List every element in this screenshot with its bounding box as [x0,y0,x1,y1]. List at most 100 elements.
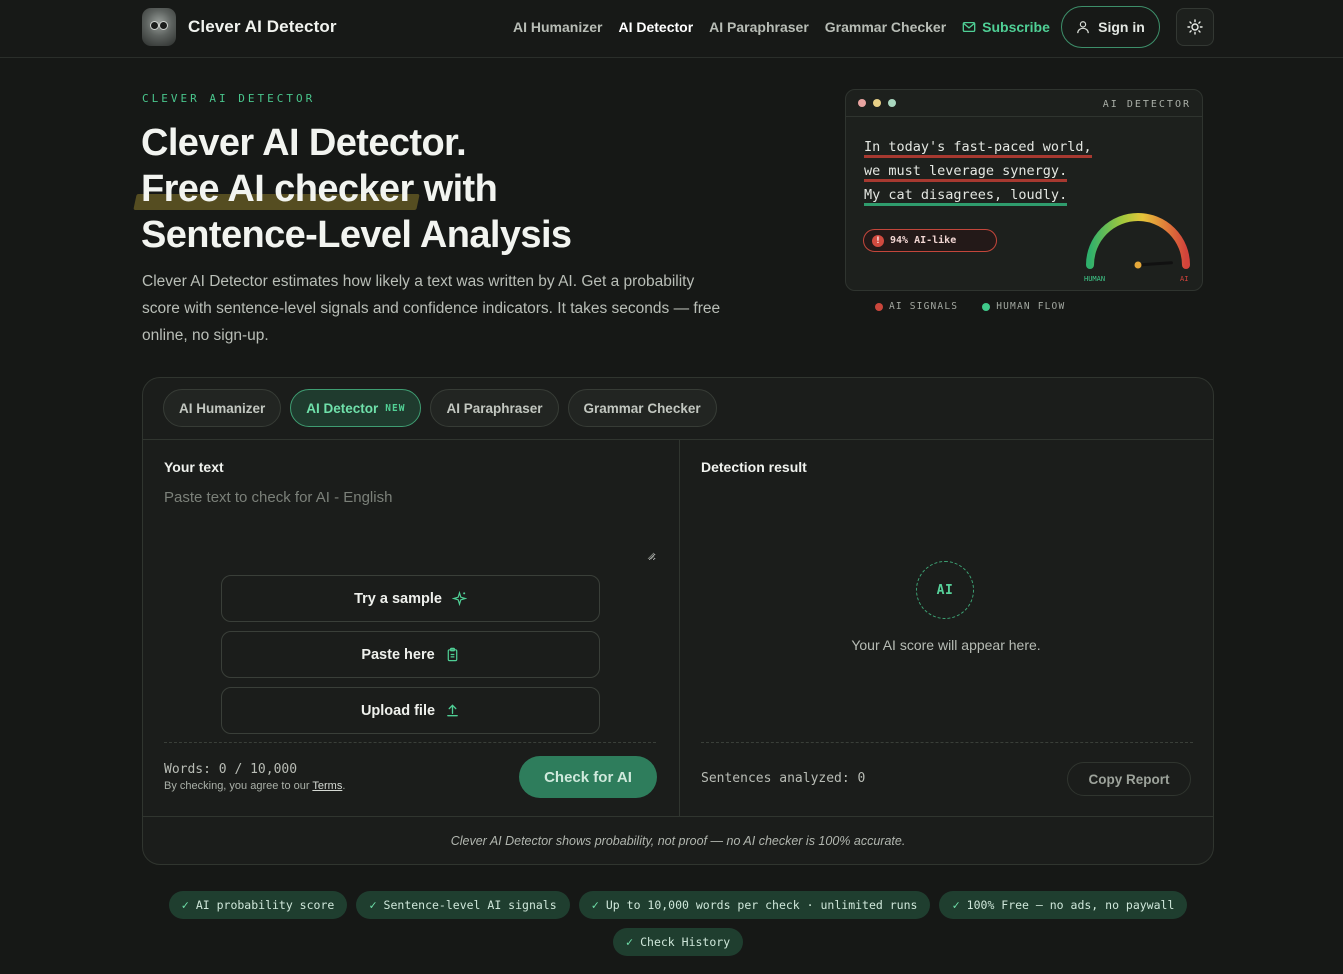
feature-chip: ✓ Check History [612,928,744,956]
main-nav: AI Humanizer AI Detector AI Paraphraser … [513,0,1050,54]
detection-result-title: Detection result [701,459,807,475]
gauge-needle [1136,261,1173,267]
check-icon: ✓ [952,898,960,912]
upload-file-button[interactable]: Upload file [221,687,600,734]
tab-ai-humanizer[interactable]: AI Humanizer [163,389,282,427]
ai-placeholder-circle: AI [916,561,974,619]
terms-suffix: . [342,780,346,792]
brand-name: Clever AI Detector [188,17,337,36]
theme-toggle-button[interactable] [1176,8,1214,46]
feature-label: Up to 10,000 words per check · unlimited… [605,898,918,912]
user-icon [1077,21,1090,34]
feature-chip: ✓ Sentence-level AI signals [356,891,570,919]
paste-here-button[interactable]: Paste here [221,631,600,678]
hero-description: Clever AI Detector estimates how likely … [142,273,721,344]
legend-dot-ai [875,302,883,311]
upload-icon [447,704,458,717]
robot-face-icon [142,8,176,46]
tab-label: Grammar Checker [583,400,701,416]
subscribe-label: Subscribe [982,19,1050,35]
window-dots [858,99,896,107]
check-icon: ✓ [591,898,599,912]
feature-label: 100% Free – no ads, no paywall [966,898,1175,912]
result-hint: Your AI score will appear here. [851,637,1041,653]
legend-ai-signals: AI SIGNALS [875,301,958,312]
preview-label: AI DETECTOR [1102,99,1191,110]
upload-file-label: Upload file [360,702,436,719]
window-dot-green [888,99,896,107]
tool-tabs: AI Humanizer AI Detector NEW AI Paraphras… [163,389,717,427]
ai-gauge: HUMAN AI [1084,213,1190,283]
tab-grammar-checker[interactable]: Grammar Checker [567,389,717,427]
clipboard-icon [447,647,457,662]
sign-in-button[interactable]: Sign in [1061,6,1160,48]
gauge-arc [1086,213,1190,269]
hero-title-line-2-rest: with [413,168,498,210]
check-icon: ✓ [625,935,634,949]
legend-human-flow: HUMAN FLOW [982,301,1065,312]
feature-chip: ✓ Up to 10,000 words per check · unlimite… [578,891,931,919]
alert-icon: ! [872,234,884,247]
sentences-analyzed: Sentences analyzed: 0 [701,771,866,786]
check-for-ai-button[interactable]: Check for AI [519,756,657,798]
tab-label: AI Detector [306,400,379,416]
text-input[interactable] [164,489,656,561]
feature-chip: ✓ 100% Free – no ads, no paywall [939,891,1188,919]
check-icon: ✓ [369,898,377,912]
detector-tool-panel: AI Humanizer AI Detector NEW AI Paraphras… [142,377,1214,865]
mail-icon [962,21,976,33]
terms-notice: By checking, you agree to our Terms. [164,780,345,792]
hero-title-line-1: Clever AI Detector. [141,122,467,164]
hero-title-highlight: Free AI checker [141,168,414,210]
subscribe-link[interactable]: Subscribe [962,19,1050,35]
word-counter: Words: 0 / 10,000 [164,762,298,777]
resize-handle-icon[interactable] [647,552,655,560]
window-dot-yellow [873,99,881,107]
gauge-hub [1134,261,1142,269]
preview-line-ai-1: In today's fast-paced world, [864,139,1092,158]
footer-divider [143,816,1213,817]
feature-chips: ✓ AI probability score ✓ Sentence-level AI… [142,891,1214,956]
new-badge: NEW [385,402,406,414]
feature-label: AI probability score [195,898,335,912]
paste-here-label: Paste here [361,646,435,663]
hero-title: Clever AI Detector. Free AI checker with… [141,120,801,258]
feature-label: Check History [640,935,731,949]
ai-score-badge: ! 94% AI-like [863,229,997,252]
hero-title-line-3: Sentence-Level Analysis [141,214,572,256]
hero-eyebrow: CLEVER AI DETECTOR [142,92,316,105]
copy-report-button[interactable]: Copy Report [1067,762,1191,796]
nav-grammar-checker[interactable]: Grammar Checker [825,19,946,35]
detector-preview-card: AI DETECTOR In today's fast-paced world,… [845,89,1203,291]
preview-line-ai-2: we must leverage synergy. [864,163,1068,182]
preview-divider [846,116,1202,117]
tab-label: AI Humanizer [179,400,266,416]
nav-ai-paraphraser[interactable]: AI Paraphraser [709,19,809,35]
feature-chip: ✓ AI probability score [168,891,348,919]
left-dashed-divider [164,742,656,743]
tab-ai-detector[interactable]: AI Detector NEW [290,389,422,427]
legend-dot-human [982,302,991,311]
tabs-divider [143,439,1213,440]
preview-legend: AI SIGNALS HUMAN FLOW [875,301,1065,312]
gauge-label-ai: AI [1180,275,1188,283]
sun-icon [1187,19,1203,35]
sign-in-label: Sign in [1098,19,1145,35]
check-icon: ✓ [181,898,189,912]
column-divider [679,440,680,816]
nav-ai-humanizer[interactable]: AI Humanizer [513,19,602,35]
brand-logo[interactable]: Clever AI Detector [142,8,337,46]
right-dashed-divider [701,742,1193,743]
sparkle-icon [451,591,467,606]
ai-score-badge-label: 94% AI-like [890,235,957,246]
terms-prefix: By checking, you agree to our [164,780,313,792]
window-dot-red [858,99,866,107]
terms-link[interactable]: Terms [312,780,342,792]
preview-line-human: My cat disagrees, loudly. [864,187,1068,206]
tab-ai-paraphraser[interactable]: AI Paraphraser [430,389,559,427]
feature-label: Sentence-level AI signals [383,898,557,912]
tab-label: AI Paraphraser [446,400,543,416]
try-sample-button[interactable]: Try a sample [221,575,600,622]
legend-human-label: HUMAN FLOW [996,301,1066,312]
nav-ai-detector[interactable]: AI Detector [618,19,693,35]
